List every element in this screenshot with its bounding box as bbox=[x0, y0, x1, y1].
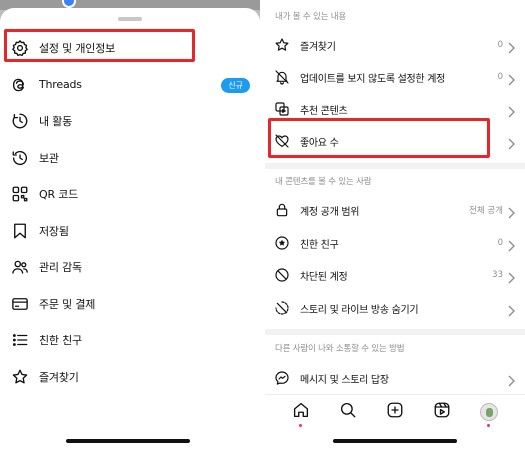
threads-icon bbox=[10, 75, 30, 95]
section-separator bbox=[265, 329, 525, 335]
tab-reels[interactable] bbox=[432, 402, 452, 422]
archive-history-icon bbox=[10, 148, 30, 168]
setting-blocked-accounts[interactable]: 차단된 계정 33 bbox=[265, 259, 525, 291]
setting-label: 즐겨찾기 bbox=[300, 41, 336, 53]
activity-clock-icon bbox=[10, 111, 30, 131]
setting-label: 차단된 계정 bbox=[300, 271, 348, 283]
setting-label: 추천 콘텐츠 bbox=[300, 105, 348, 117]
menu-item-label: 보관 bbox=[39, 151, 59, 165]
sheet-grabber-handle[interactable] bbox=[118, 17, 142, 21]
close-friends-list-icon bbox=[10, 330, 30, 350]
chevron-right-icon bbox=[508, 71, 515, 86]
section-header-who-can-see: 내 콘텐츠를 볼 수 있는 사람 bbox=[275, 177, 372, 187]
menu-item-qr-code[interactable]: QR 코드 bbox=[0, 176, 260, 213]
profile-menu-list: 설정 및 개인정보 Threads 신규 내 활동 보관 QR 코드 저장됨 관… bbox=[0, 30, 260, 395]
menu-item-orders-payments[interactable]: 주문 및 결제 bbox=[0, 286, 260, 323]
star-icon bbox=[273, 36, 291, 54]
menu-item-label: 설정 및 개인정보 bbox=[39, 42, 116, 56]
menu-item-label: 관리 감독 bbox=[39, 261, 82, 275]
setting-like-counts[interactable]: 좋아요 수 bbox=[265, 125, 525, 157]
menu-item-label: 친한 친구 bbox=[39, 334, 82, 348]
qr-code-icon bbox=[10, 184, 30, 204]
section-header-what-you-see: 내가 볼 수 있는 내용 bbox=[275, 12, 346, 22]
suggested-content-icon bbox=[273, 100, 291, 118]
background-avatar bbox=[62, 0, 76, 8]
setting-value: 전체 공개 bbox=[469, 206, 503, 216]
home-indicator[interactable] bbox=[66, 439, 190, 443]
menu-item-settings[interactable]: 설정 및 개인정보 bbox=[0, 30, 260, 67]
menu-item-saved[interactable]: 저장됨 bbox=[0, 213, 260, 250]
setting-account-privacy[interactable]: 계정 공개 범위 전체 공개 bbox=[265, 194, 525, 226]
menu-item-favorites[interactable]: 즐겨찾기 bbox=[0, 359, 260, 396]
search-icon bbox=[339, 401, 357, 423]
tab-profile[interactable] bbox=[479, 402, 499, 427]
messenger-icon bbox=[273, 369, 291, 387]
setting-close-friends[interactable]: 친한 친구 0 bbox=[265, 227, 525, 259]
setting-value: 33 bbox=[492, 270, 503, 280]
setting-label: 메시지 및 스토리 답장 bbox=[300, 374, 389, 386]
profile-avatar bbox=[480, 402, 499, 421]
menu-item-label: Threads bbox=[39, 78, 82, 92]
credit-card-icon bbox=[10, 294, 30, 314]
profile-menu-sheet: 설정 및 개인정보 Threads 신규 내 활동 보관 QR 코드 저장됨 관… bbox=[0, 8, 260, 450]
blocked-icon bbox=[273, 266, 291, 284]
setting-label: 계정 공개 범위 bbox=[300, 206, 360, 218]
chevron-right-icon bbox=[508, 135, 515, 150]
section-header-interaction: 다른 사람이 나와 소통할 수 있는 방법 bbox=[275, 344, 405, 354]
menu-item-your-activity[interactable]: 내 활동 bbox=[0, 103, 260, 140]
bottom-tab-bar bbox=[265, 394, 525, 428]
notification-dot bbox=[298, 423, 302, 427]
menu-item-close-friends[interactable]: 친한 친구 bbox=[0, 322, 260, 359]
menu-item-supervision[interactable]: 관리 감독 bbox=[0, 249, 260, 286]
menu-item-label: 즐겨찾기 bbox=[39, 370, 79, 384]
chevron-right-icon bbox=[508, 237, 515, 252]
reels-icon bbox=[433, 401, 451, 423]
setting-value: 0 bbox=[497, 72, 503, 82]
new-badge: 신규 bbox=[221, 77, 250, 93]
star-icon bbox=[10, 367, 30, 387]
chevron-right-icon bbox=[508, 103, 515, 118]
setting-muted-accounts[interactable]: 업데이트를 보지 않도록 설정한 계정 0 bbox=[265, 61, 525, 93]
menu-item-threads[interactable]: Threads 신규 bbox=[0, 67, 260, 104]
setting-suggested-content[interactable]: 추천 콘텐츠 bbox=[265, 93, 525, 125]
notification-dot bbox=[487, 423, 491, 427]
menu-item-label: 저장됨 bbox=[39, 224, 69, 238]
setting-hide-story-live[interactable]: 스토리 및 라이브 방송 숨기기 bbox=[265, 292, 525, 324]
bookmark-icon bbox=[10, 221, 30, 241]
muted-bell-icon bbox=[273, 68, 291, 86]
chevron-right-icon bbox=[508, 39, 515, 54]
hide-story-icon bbox=[273, 299, 291, 317]
chevron-right-icon bbox=[508, 269, 515, 284]
tab-create[interactable] bbox=[385, 402, 405, 422]
tab-home[interactable] bbox=[291, 401, 311, 427]
setting-label: 스토리 및 라이브 방송 숨기기 bbox=[300, 304, 419, 316]
home-icon bbox=[292, 401, 310, 423]
chevron-right-icon bbox=[508, 204, 515, 219]
plus-square-icon bbox=[386, 401, 404, 423]
close-friends-star-icon bbox=[273, 234, 291, 252]
left-screenshot: 설정 및 개인정보 Threads 신규 내 활동 보관 QR 코드 저장됨 관… bbox=[0, 0, 260, 450]
chevron-right-icon bbox=[508, 302, 515, 317]
lock-icon bbox=[273, 201, 291, 219]
right-screenshot: 내가 볼 수 있는 내용 즐겨찾기 0 업데이트를 보지 않도록 설정한 계정 … bbox=[265, 0, 525, 450]
section-separator bbox=[265, 163, 525, 169]
tab-search[interactable] bbox=[338, 402, 358, 422]
setting-label: 좋아요 수 bbox=[300, 137, 339, 149]
menu-item-label: 주문 및 결제 bbox=[39, 297, 96, 311]
setting-messages-story-replies[interactable]: 메시지 및 스토리 답장 bbox=[265, 362, 525, 394]
setting-label: 업데이트를 보지 않도록 설정한 계정 bbox=[300, 73, 446, 85]
setting-favorites[interactable]: 즐겨찾기 0 bbox=[265, 29, 525, 61]
chevron-right-icon bbox=[508, 372, 515, 387]
menu-item-label: 내 활동 bbox=[39, 115, 73, 129]
setting-label: 친한 친구 bbox=[300, 239, 339, 251]
home-indicator[interactable] bbox=[333, 439, 457, 443]
hidden-like-heart-icon bbox=[273, 132, 291, 150]
supervision-icon bbox=[10, 257, 30, 277]
setting-value: 0 bbox=[497, 40, 503, 50]
menu-item-label: QR 코드 bbox=[39, 188, 79, 202]
menu-item-archive[interactable]: 보관 bbox=[0, 140, 260, 177]
settings-gear-icon bbox=[10, 38, 30, 58]
setting-value: 0 bbox=[497, 238, 503, 248]
